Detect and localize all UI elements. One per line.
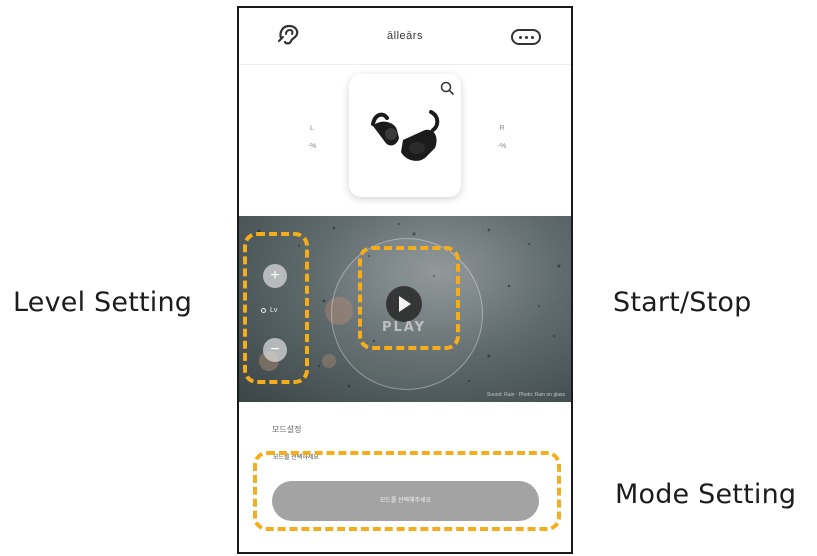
phone-screen: ālleārs L -% R -% + Lv − PLAY Sound: Rai… xyxy=(237,6,573,554)
mode-select-button[interactable]: 모드를 선택해주세요 xyxy=(272,481,539,521)
more-options-button[interactable] xyxy=(511,29,541,45)
right-ear-status: R -% xyxy=(492,120,512,156)
mode-setting-annotation: Mode Setting xyxy=(615,479,797,510)
more-options-icon xyxy=(518,35,522,39)
play-icon xyxy=(399,296,411,312)
media-credit: Sound: Rain · Photo: Rain on glass xyxy=(486,392,565,398)
start-stop-annotation: Start/Stop xyxy=(613,287,752,318)
device-card[interactable] xyxy=(349,74,461,197)
play-text: PLAY xyxy=(381,320,427,335)
level-down-button[interactable]: − xyxy=(263,338,287,362)
right-ear-battery: -% xyxy=(497,143,507,150)
left-ear-status: L -% xyxy=(302,120,322,156)
level-label: Lv xyxy=(270,307,278,314)
mode-title: 모드설정 xyxy=(272,425,302,434)
mode-section: 모드설정 모드를 선택하세요 모드를 선택해주세요 xyxy=(239,402,571,552)
player-panel: + Lv − PLAY Sound: Rain · Photo: Rain on… xyxy=(239,216,571,402)
device-status-area: L -% R -% xyxy=(239,65,571,216)
top-bar: ālleārs xyxy=(239,8,571,65)
level-dot-icon xyxy=(261,308,266,313)
level-setting-annotation: Level Setting xyxy=(13,287,193,318)
right-ear-label: R xyxy=(499,125,505,132)
level-indicator: Lv xyxy=(261,307,277,314)
search-icon[interactable] xyxy=(440,81,454,95)
left-ear-label: L xyxy=(310,125,314,132)
play-button[interactable] xyxy=(386,286,422,322)
earbuds-image xyxy=(371,110,440,161)
mode-caption: 모드를 선택하세요 xyxy=(273,455,319,461)
level-up-button[interactable]: + xyxy=(263,264,287,288)
left-ear-battery: -% xyxy=(307,143,317,150)
